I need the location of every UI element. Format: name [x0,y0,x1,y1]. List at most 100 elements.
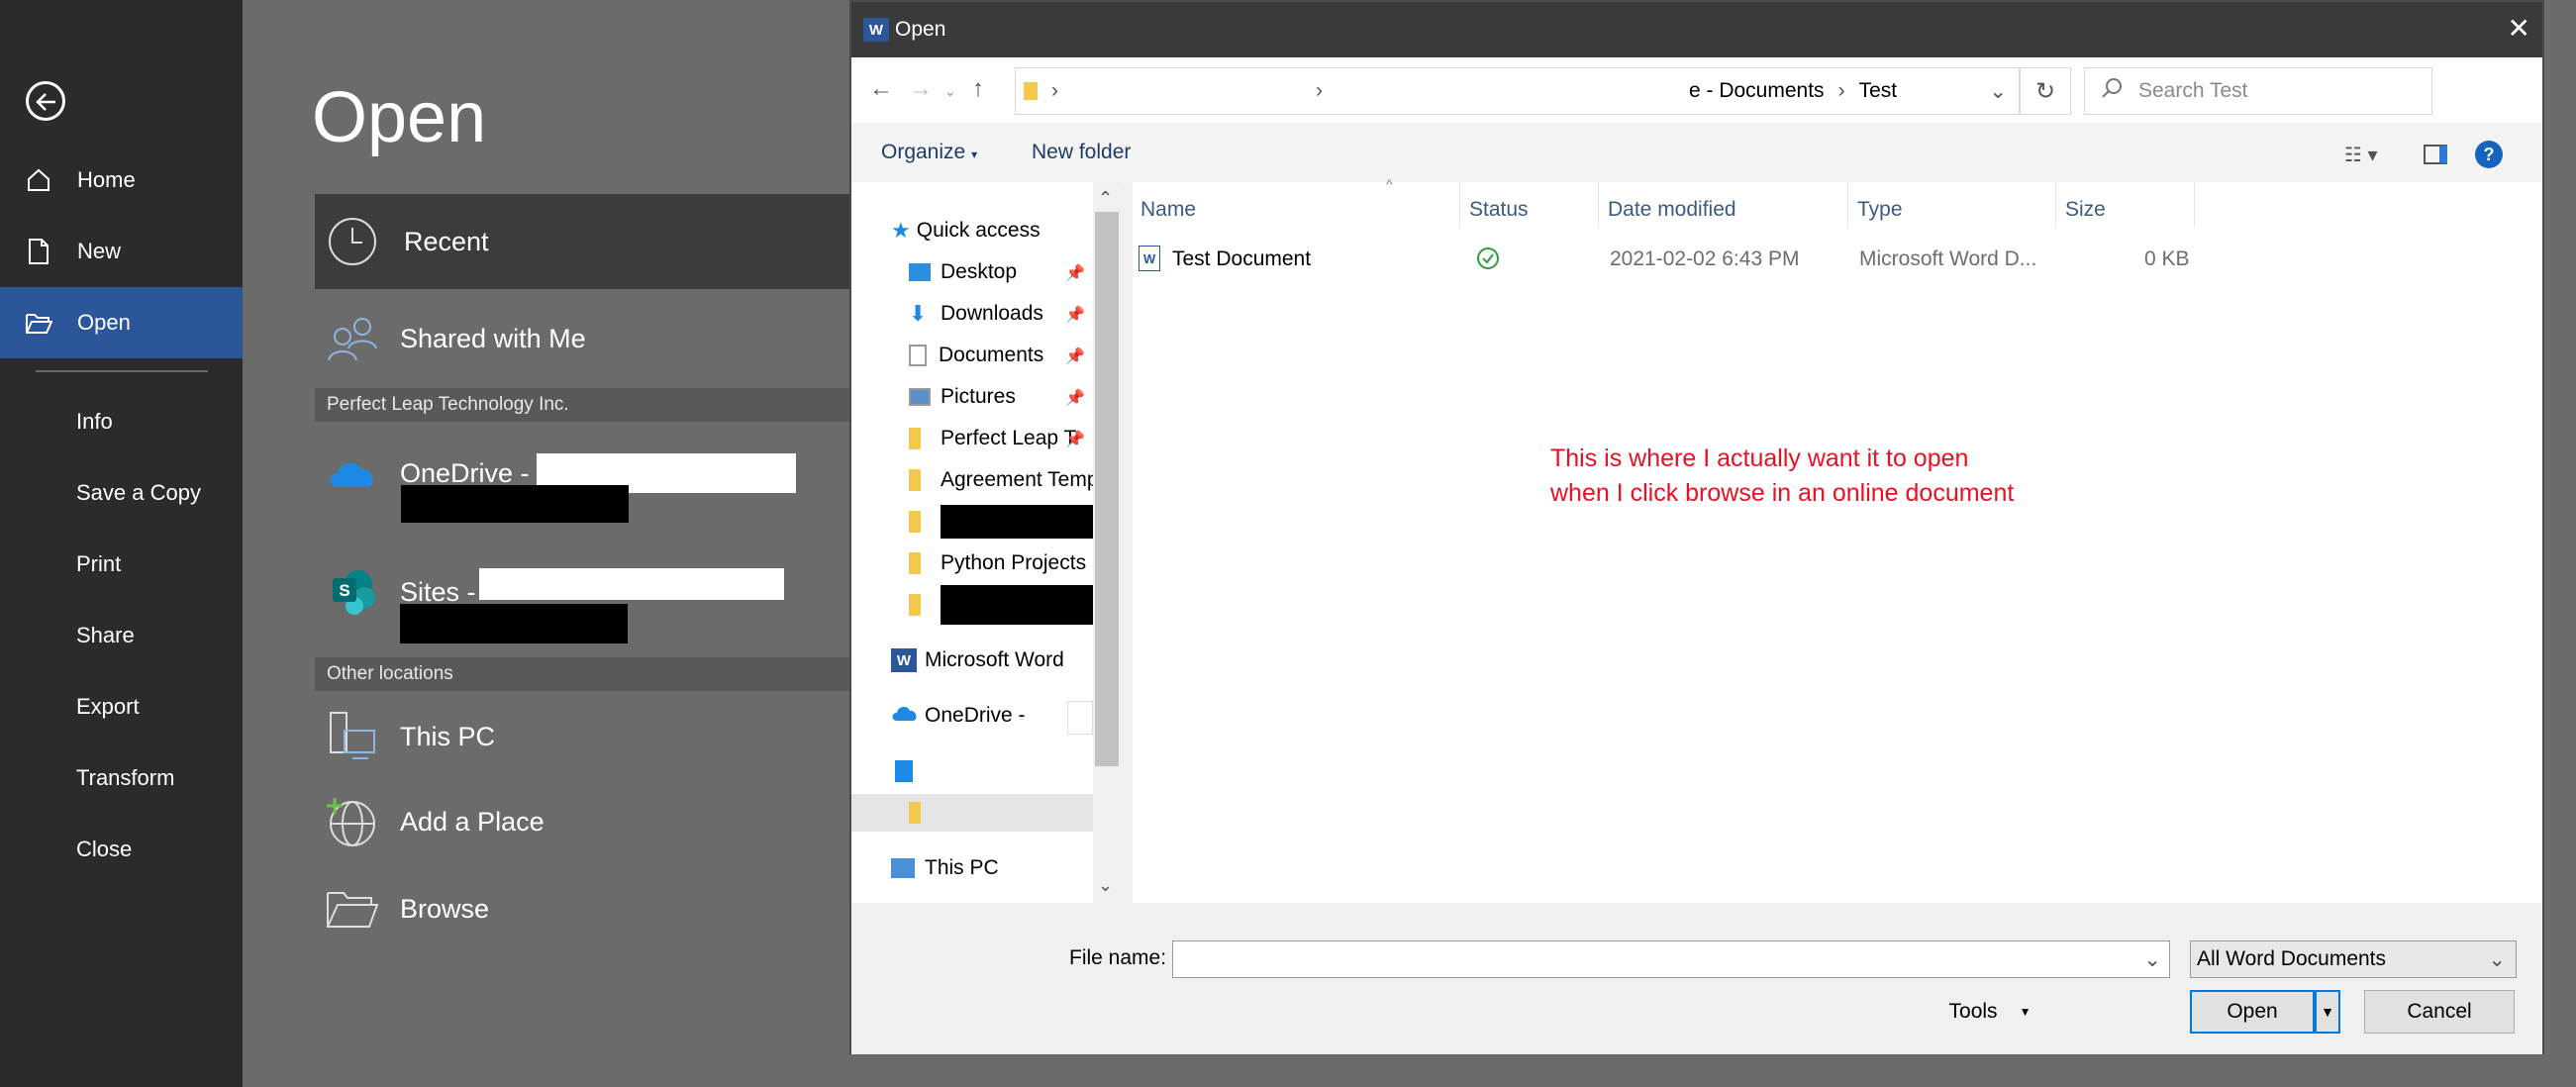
scrollbar-thumb[interactable] [1095,212,1119,766]
tree-agreement[interactable]: Agreement Temp [909,463,1099,497]
tree-downloads[interactable]: ⬇ Downloads [909,297,1043,331]
forward-arrow-icon[interactable]: → [909,75,933,103]
rail-print[interactable]: Print [0,529,243,600]
pin-icon[interactable]: 📌 [1065,305,1085,325]
folder-open-icon [0,311,77,335]
tree-documents[interactable]: Documents [909,339,1043,372]
close-icon[interactable]: ✕ [2508,15,2530,43]
column-separator[interactable] [2194,182,2195,228]
column-separator[interactable] [1598,182,1599,228]
new-folder-button[interactable]: New folder [1032,141,1131,164]
help-icon[interactable]: ? [2475,141,2503,168]
scroll-down-icon[interactable]: ⌄ [1098,875,1113,896]
caret-down-icon: ▼ [2019,1005,2031,1019]
column-date-modified[interactable]: Date modified [1608,198,1736,222]
tree-redacted-folder[interactable] [909,585,1097,625]
back-arrow-icon[interactable] [26,81,65,121]
column-size[interactable]: Size [2065,198,2106,222]
tools-menu[interactable]: Tools ▼ [1921,990,2059,1034]
pin-icon[interactable]: 📌 [1065,346,1085,366]
onedrive-cloud-icon [315,455,390,491]
redaction-black [401,485,629,523]
refresh-button[interactable]: ↻ [2020,67,2071,115]
rail-home[interactable]: Home [0,145,243,216]
rail-divider [36,370,208,372]
tree-microsoft-word[interactable]: W Microsoft Word [891,643,1064,677]
rail-info[interactable]: Info [0,386,243,457]
rail-open[interactable]: Open [0,287,243,358]
location-this-pc[interactable]: This PC [315,705,849,768]
rail-new[interactable]: New [0,216,243,287]
tree-quick-access[interactable]: ★ Quick access [891,214,1040,247]
pin-icon[interactable]: 📌 [1065,388,1085,408]
column-name[interactable]: Name [1140,198,1196,222]
rail-close[interactable]: Close [0,814,243,885]
file-type-select[interactable]: All Word Documents ⌄ [2190,940,2517,978]
cancel-button[interactable]: Cancel [2364,990,2515,1034]
page-title: Open [312,78,487,157]
home-icon [0,167,77,193]
tree-python[interactable]: Python Projects [909,546,1086,580]
address-bar[interactable]: › › e - Documents › Test ⌄ [1015,67,2020,115]
tree-scrollbar[interactable]: ⌃ ⌄ [1093,182,1121,903]
backstage-rail: Home New Open Info Save a Copy Print Sha… [0,0,243,1087]
breadcrumb-test[interactable]: Test [1859,79,1898,103]
tree-onedrive[interactable]: OneDrive - [891,699,1026,733]
scroll-up-icon[interactable]: ⌃ [1098,188,1113,209]
documents-icon [909,345,927,366]
recent-locations-chevron-icon[interactable]: ⌄ [944,83,956,100]
pin-icon[interactable]: 📌 [1065,430,1085,449]
tree-microsoft-word-label: Microsoft Word [925,648,1064,671]
tree-pictures[interactable]: Pictures [909,380,1016,414]
file-type: Microsoft Word D... [1859,247,2037,270]
file-list: ^ Name Status Date modified Type Size W … [1133,176,2542,903]
organize-menu[interactable]: Organize ▾ [881,141,977,164]
breadcrumb-separator-icon: › [1316,79,1323,102]
column-type[interactable]: Type [1857,198,1903,222]
view-options-icon[interactable]: ☷ ▾ [2344,143,2378,167]
search-box[interactable]: Search Test [2084,67,2432,115]
rail-share[interactable]: Share [0,600,243,671]
sort-ascending-icon: ^ [1386,176,1393,192]
breadcrumb-documents[interactable]: e - Documents [1689,79,1825,103]
chevron-down-icon[interactable]: ⌄ [2143,947,2161,972]
rail-save-copy[interactable]: Save a Copy [0,457,243,529]
chevron-down-icon[interactable]: ⌄ [1989,79,2007,104]
back-arrow-icon[interactable]: ← [869,75,893,103]
column-separator[interactable] [1459,182,1460,228]
pin-icon[interactable]: 📌 [1065,263,1085,283]
dialog-bottom-bar: File name: ⌄ All Word Documents ⌄ Tools … [851,903,2542,1054]
location-recent[interactable]: Recent [315,194,849,289]
rail-transform-label: Transform [76,765,175,790]
tree-redacted-folder[interactable] [909,505,1097,539]
open-button[interactable]: Open [2190,990,2315,1034]
rail-transform[interactable]: Transform [0,742,243,814]
column-status[interactable]: Status [1469,198,1529,222]
file-name-input[interactable]: ⌄ [1172,940,2170,978]
location-shared[interactable]: Shared with Me [315,307,849,370]
tree-selected-folder[interactable] [909,796,921,830]
tree-perfect-leap-label: Perfect Leap T [941,427,1077,449]
column-separator[interactable] [2055,182,2056,228]
column-separator[interactable] [1847,182,1848,228]
tree-this-pc[interactable]: This PC [891,851,999,885]
location-add-place[interactable]: Add a Place [315,790,849,853]
search-placeholder: Search Test [2138,79,2248,102]
tree-organization[interactable] [895,754,913,788]
rail-export-label: Export [76,694,140,719]
open-options-dropdown[interactable]: ▼ [2315,990,2340,1034]
svg-text:S: S [339,581,349,600]
redaction-white [1067,701,1093,735]
tree-selected-row[interactable] [851,794,1121,832]
location-recent-label: Recent [404,226,489,256]
preview-pane-icon[interactable] [2424,145,2447,164]
location-browse[interactable]: Browse [315,877,849,940]
tree-perfect-leap[interactable]: Perfect Leap T [909,422,1076,455]
tree-quick-access-label: Quick access [916,219,1040,242]
tree-desktop[interactable]: Desktop [909,255,1017,289]
rail-export[interactable]: Export [0,671,243,742]
up-arrow-icon[interactable]: ↑ [972,75,984,103]
file-row[interactable]: W Test Document 2021-02-02 6:43 PM Micro… [1133,240,2542,281]
computer-icon [891,858,915,878]
sync-status-ok-icon [1475,246,1501,277]
